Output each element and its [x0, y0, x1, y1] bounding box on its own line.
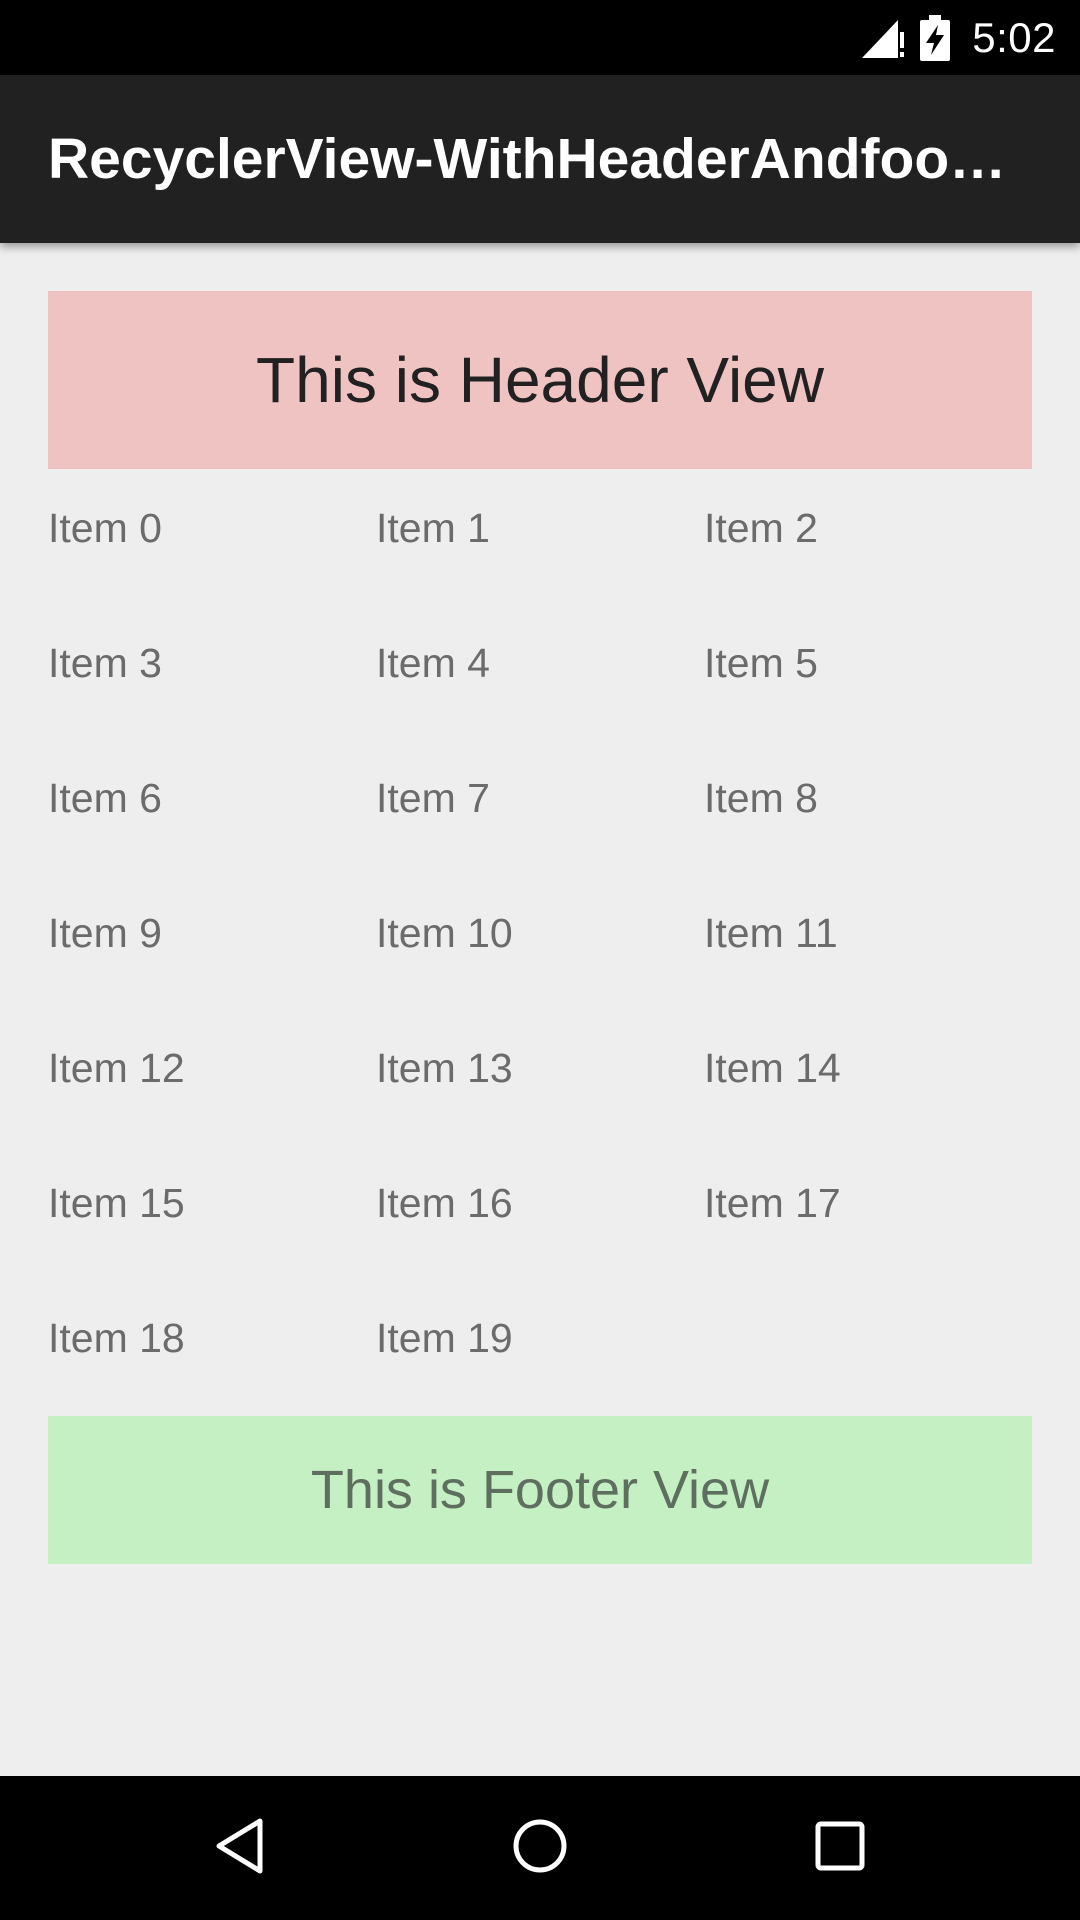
- grid-item[interactable]: Item 10: [376, 874, 704, 1009]
- signal-alert-icon: [860, 16, 906, 60]
- recents-button[interactable]: [768, 1776, 912, 1920]
- battery-charging-icon: [920, 14, 951, 61]
- grid-item[interactable]: Item 17: [704, 1144, 1032, 1279]
- grid-item[interactable]: Item 11: [704, 874, 1032, 1009]
- grid-item[interactable]: Item 9: [48, 874, 376, 1009]
- grid-item[interactable]: Item 16: [376, 1144, 704, 1279]
- grid-item[interactable]: Item 2: [704, 469, 1032, 604]
- home-icon: [512, 1818, 568, 1879]
- clock: 5:02: [972, 13, 1056, 61]
- grid-item[interactable]: Item 19: [376, 1279, 704, 1414]
- app-bar: RecyclerView-WithHeaderAndfoot…: [0, 75, 1080, 243]
- home-button[interactable]: [468, 1776, 612, 1920]
- item-grid: Item 0 Item 1 Item 2 Item 3 Item 4 Item …: [48, 469, 1032, 1414]
- recents-icon: [814, 1820, 866, 1877]
- recycler-view[interactable]: This is Header View Item 0 Item 1 Item 2…: [0, 243, 1080, 1776]
- back-icon: [212, 1816, 268, 1881]
- grid-item[interactable]: Item 15: [48, 1144, 376, 1279]
- grid-item[interactable]: Item 18: [48, 1279, 376, 1414]
- grid-item[interactable]: Item 14: [704, 1009, 1032, 1144]
- grid-item[interactable]: Item 7: [376, 739, 704, 874]
- grid-item[interactable]: Item 5: [704, 604, 1032, 739]
- grid-item[interactable]: Item 8: [704, 739, 1032, 874]
- grid-item[interactable]: Item 0: [48, 469, 376, 604]
- footer-view: This is Footer View: [48, 1416, 1032, 1564]
- status-bar: 5:02: [0, 0, 1080, 75]
- header-view: This is Header View: [48, 291, 1032, 469]
- grid-item[interactable]: Item 3: [48, 604, 376, 739]
- app-title: RecyclerView-WithHeaderAndfoot…: [48, 127, 1008, 191]
- status-icons: 5:02: [860, 0, 1056, 75]
- header-view-text: This is Header View: [256, 344, 824, 416]
- grid-item[interactable]: Item 6: [48, 739, 376, 874]
- footer-view-text: This is Footer View: [310, 1460, 770, 1520]
- grid-item[interactable]: Item 1: [376, 469, 704, 604]
- navigation-bar: [0, 1776, 1080, 1920]
- grid-item[interactable]: Item 4: [376, 604, 704, 739]
- grid-item[interactable]: Item 13: [376, 1009, 704, 1144]
- grid-item[interactable]: Item 12: [48, 1009, 376, 1144]
- back-button[interactable]: [168, 1776, 312, 1920]
